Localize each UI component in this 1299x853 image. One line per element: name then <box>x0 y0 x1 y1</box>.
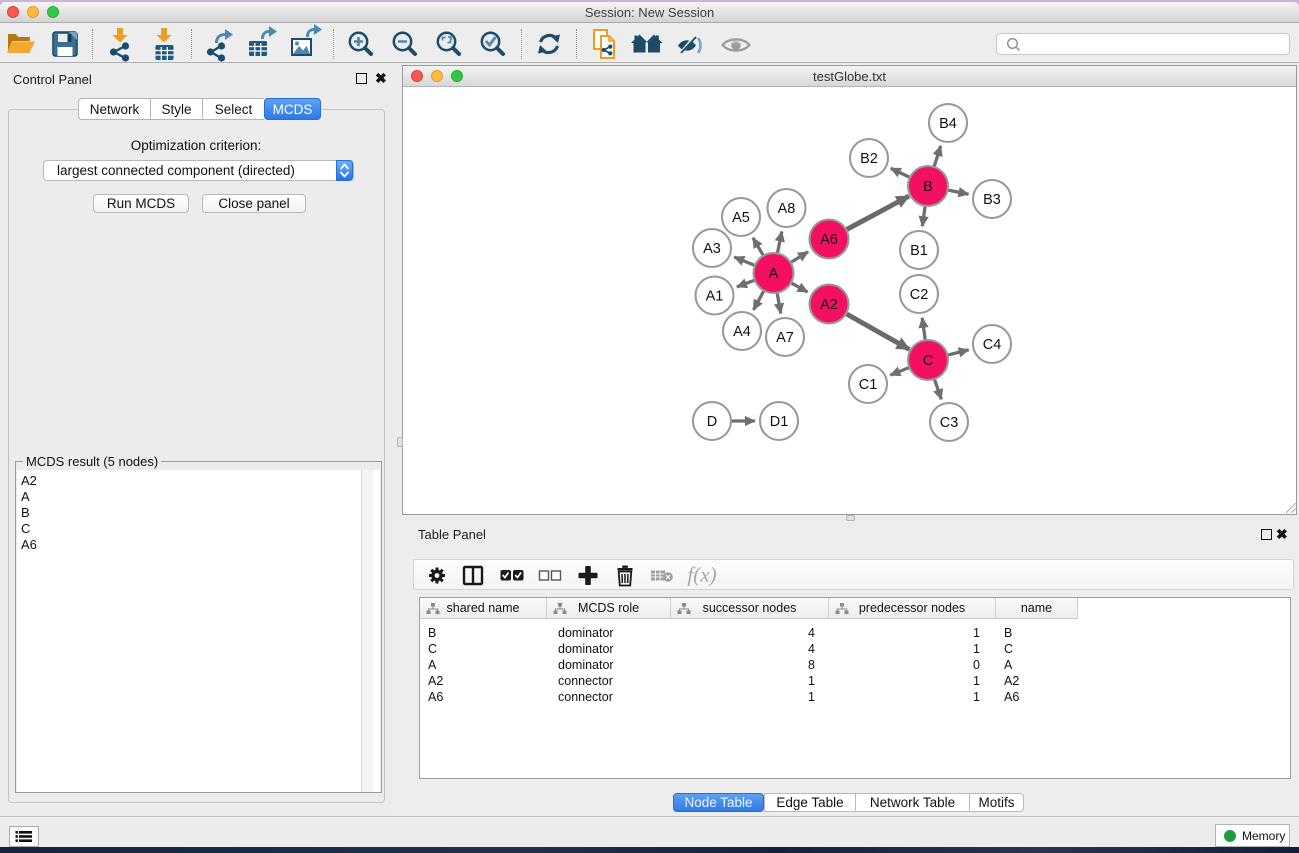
svg-text:C2: C2 <box>910 287 929 303</box>
svg-text:A8: A8 <box>778 201 796 217</box>
svg-text:B3: B3 <box>983 192 1001 208</box>
svg-text:A: A <box>769 266 779 282</box>
svg-text:B: B <box>923 179 933 195</box>
svg-text:D1: D1 <box>770 414 789 430</box>
svg-text:B1: B1 <box>910 243 928 259</box>
svg-text:A1: A1 <box>706 289 724 305</box>
svg-text:A7: A7 <box>776 330 794 346</box>
svg-text:A3: A3 <box>703 241 721 257</box>
svg-text:C4: C4 <box>983 337 1002 353</box>
svg-text:C: C <box>923 353 933 369</box>
svg-text:A6: A6 <box>820 232 838 248</box>
svg-text:A5: A5 <box>732 210 750 226</box>
svg-text:B2: B2 <box>860 151 878 167</box>
svg-text:B4: B4 <box>939 116 957 132</box>
svg-text:A2: A2 <box>820 297 838 313</box>
svg-text:D: D <box>707 414 717 430</box>
svg-text:f(x): f(x) <box>687 563 716 587</box>
svg-text:C3: C3 <box>940 415 959 431</box>
svg-text:C1: C1 <box>859 377 878 393</box>
svg-text:A4: A4 <box>733 324 751 340</box>
